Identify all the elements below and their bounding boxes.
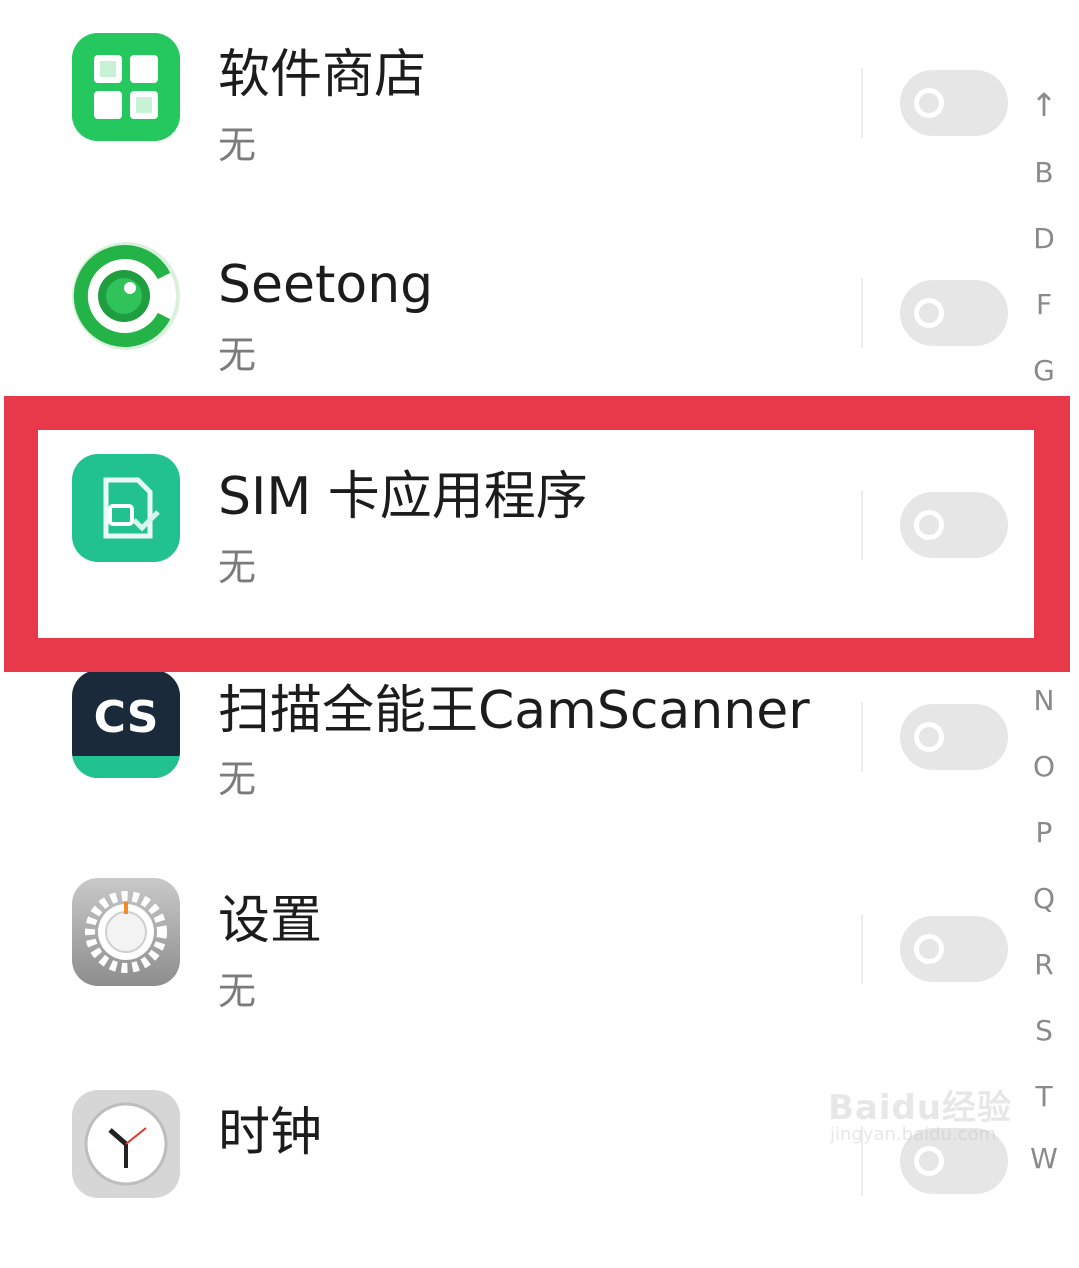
divider [861,68,863,138]
toggle-knob [914,722,944,752]
app-name: 设置 [218,891,323,951]
index-letter-g[interactable]: G [1020,354,1068,388]
index-letter-f[interactable]: F [1020,288,1068,322]
app-row-store[interactable]: 软件商店 无 [0,0,1079,210]
toggle-switch[interactable] [900,280,1008,346]
app-name: 扫描全能王CamScanner [218,681,810,741]
toggle-switch[interactable] [900,916,1008,982]
sim-card-icon [72,454,180,562]
clock-icon [72,1090,180,1198]
index-letter-r[interactable]: R [1020,948,1068,982]
app-subtitle: 无 [218,123,257,167]
index-letter-p[interactable]: P [1020,816,1068,850]
camera-lens-icon [72,242,180,350]
divider [861,278,863,348]
store-icon [72,33,180,141]
app-subtitle: 无 [218,757,257,801]
toggle-knob [914,88,944,118]
app-subtitle: 无 [218,545,257,589]
app-name: SIM 卡应用程序 [218,467,588,527]
index-letter-o[interactable]: O [1020,750,1068,784]
app-row-camscanner[interactable]: CS 扫描全能王CamScanner 无 [0,634,1079,844]
toggle-knob [914,298,944,328]
index-letter-b[interactable]: B [1020,156,1068,190]
index-letter-s[interactable]: S [1020,1014,1068,1048]
index-top-arrow[interactable]: ↑ [1020,88,1068,122]
toggle-knob [914,934,944,964]
gear-icon [72,878,180,986]
index-letter-q[interactable]: Q [1020,882,1068,916]
divider [861,702,863,772]
app-row-sim[interactable]: SIM 卡应用程序 无 [0,422,1079,632]
baidu-watermark: Baidu经验 jingyan.baidu.com [828,1080,1028,1150]
alphabet-index-bar[interactable]: ↑ B D F G N O P Q R S T W [1020,0,1068,1175]
app-name: 软件商店 [218,45,427,105]
camscanner-icon-text: CS [94,692,159,743]
toggle-switch[interactable] [900,704,1008,770]
app-subtitle: 无 [218,333,257,377]
app-name: Seetong [218,255,434,315]
index-letter-d[interactable]: D [1020,222,1068,256]
app-row-seetong[interactable]: Seetong 无 [0,210,1079,420]
camscanner-icon: CS [72,670,180,778]
watermark-sub: jingyan.baidu.com [830,1124,997,1145]
toggle-switch[interactable] [900,492,1008,558]
divider [861,490,863,560]
index-letter-n[interactable]: N [1020,684,1068,718]
app-name: 时钟 [218,1103,323,1163]
divider [861,914,863,984]
watermark-main: Baidu经验 [828,1088,1013,1128]
app-row-settings[interactable]: 设置 无 [0,846,1079,1056]
toggle-knob [914,510,944,540]
toggle-switch[interactable] [900,70,1008,136]
app-subtitle: 无 [218,969,257,1013]
